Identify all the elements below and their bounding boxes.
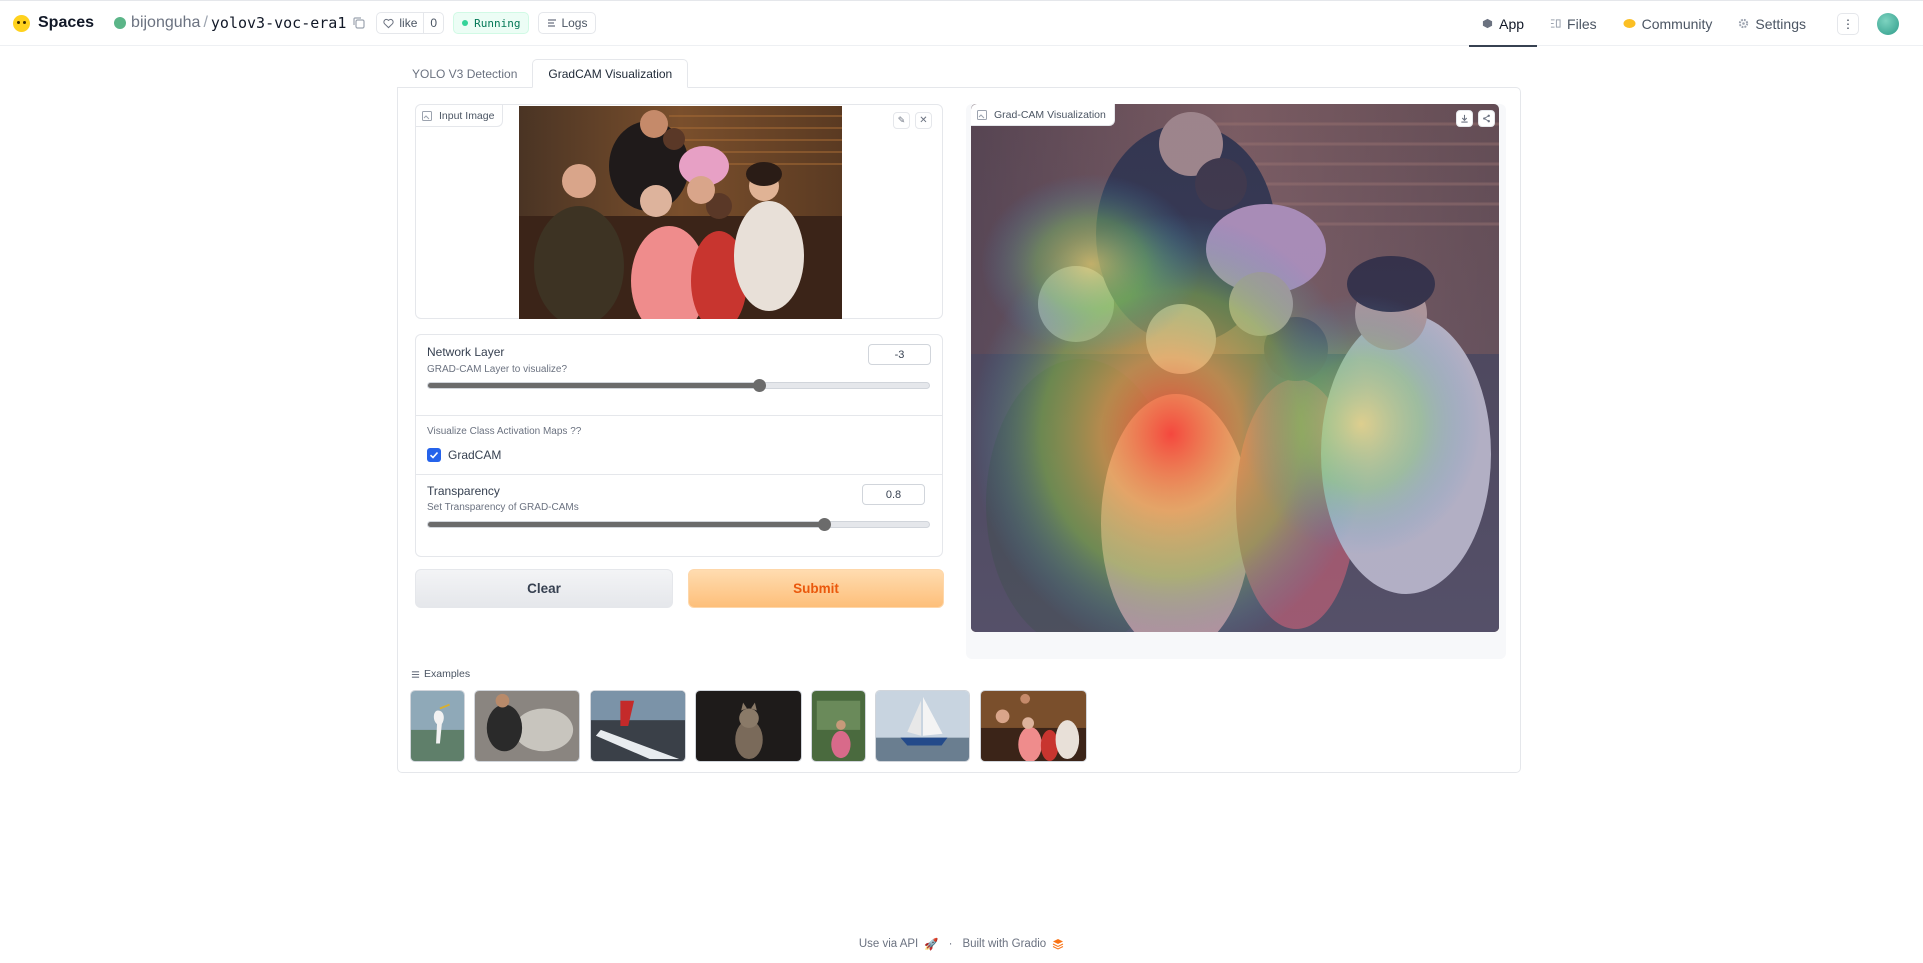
output-image-block: Grad-CAM Visualization [966, 104, 1506, 659]
brand-spaces-link[interactable]: Spaces [38, 14, 94, 32]
tab-yolo-detection[interactable]: YOLO V3 Detection [397, 59, 532, 88]
example-airplane[interactable] [590, 690, 686, 762]
examples-label: Examples [424, 668, 471, 680]
list-icon [411, 670, 420, 678]
examples-header: Examples [411, 668, 470, 680]
more-options-button[interactable]: ⋮ [1837, 12, 1859, 35]
transparency-info: Set Transparency of GRAD-CAMs [427, 502, 579, 513]
network-layer-slider-thumb[interactable] [752, 379, 766, 392]
network-layer-info: GRAD-CAM Layer to visualize? [427, 364, 568, 375]
example-boat[interactable] [875, 690, 970, 762]
path-separator: / [203, 14, 208, 31]
gradio-app: YOLO V3 Detection GradCAM Visualization … [397, 59, 1521, 773]
transparency-slider[interactable] [427, 518, 930, 531]
built-with-gradio-link[interactable]: Built with Gradio [962, 938, 1046, 950]
output-image-label-text: Grad-CAM Visualization [994, 108, 1106, 121]
gradcam-checkbox[interactable] [427, 448, 441, 462]
running-dot-icon [462, 20, 469, 26]
divider [416, 474, 942, 475]
clear-button[interactable]: Clear [415, 569, 673, 608]
like-label: like [399, 16, 418, 30]
tab-settings-label: Settings [1755, 15, 1806, 32]
share-button[interactable] [1478, 110, 1495, 127]
download-icon [1461, 114, 1468, 123]
network-layer-input[interactable]: -3 [868, 344, 931, 365]
tab-settings[interactable]: Settings [1725, 1, 1819, 46]
network-layer-slider[interactable] [427, 379, 930, 392]
gradcam-checkbox-label[interactable]: GradCAM [448, 448, 501, 462]
copy-icon[interactable] [352, 16, 366, 30]
like-button[interactable]: like 0 [376, 12, 445, 34]
transparency-input[interactable]: 0.8 [862, 484, 925, 505]
transparency-slider-thumb[interactable] [817, 518, 831, 531]
space-nav: App Files Community Settings ⋮ [1469, 1, 1923, 47]
space-status-dot-icon [114, 17, 127, 29]
download-button[interactable] [1456, 110, 1473, 127]
controls-block: Network Layer GRAD-CAM Layer to visualiz… [415, 334, 943, 557]
community-icon [1623, 18, 1636, 29]
input-image [519, 106, 842, 319]
tab-community-label: Community [1641, 15, 1713, 32]
divider [416, 415, 942, 416]
status-text: Running [474, 16, 521, 30]
huggingface-logo-icon[interactable] [13, 14, 30, 32]
transparency-title: Transparency [427, 484, 500, 498]
avatar[interactable] [1877, 12, 1899, 35]
logs-button[interactable]: Logs [538, 12, 597, 34]
example-person[interactable] [811, 690, 866, 762]
heart-icon [383, 18, 394, 28]
tab-community[interactable]: Community [1610, 1, 1726, 46]
app-cube-icon [1482, 18, 1493, 29]
edit-image-button[interactable]: ✎ [893, 112, 910, 129]
tab-files-label: Files [1567, 15, 1597, 32]
gradio-logo-icon [1052, 938, 1064, 950]
input-image-block[interactable]: Input Image ✎ ✕ [415, 104, 943, 319]
share-icon [1483, 114, 1490, 123]
output-image-label: Grad-CAM Visualization [971, 104, 1115, 126]
tab-bar: YOLO V3 Detection GradCAM Visualization [397, 59, 689, 88]
footer: Use via API 🚀 · Built with Gradio [0, 937, 1923, 951]
owner-link[interactable]: bijonguha [131, 14, 200, 32]
vertical-dots-icon: ⋮ [1842, 16, 1854, 31]
footer-separator: · [948, 938, 953, 950]
network-layer-slider-fill [428, 383, 759, 388]
input-image-label-text: Input Image [439, 109, 495, 122]
network-layer-title: Network Layer [427, 345, 505, 359]
checkmark-icon [429, 451, 439, 459]
example-cat[interactable] [695, 690, 802, 762]
tab-files[interactable]: Files [1537, 1, 1610, 46]
visualize-info: Visualize Class Activation Maps ?? [427, 426, 582, 437]
pencil-icon: ✎ [897, 115, 906, 125]
image-icon [977, 109, 987, 120]
tab-app-label: App [1499, 15, 1525, 32]
tab-gradcam-visualization[interactable]: GradCAM Visualization [532, 59, 689, 88]
image-icon [422, 110, 432, 121]
example-bird[interactable] [410, 690, 465, 762]
transparency-slider-fill [428, 522, 824, 527]
clear-image-button[interactable]: ✕ [915, 112, 932, 129]
use-via-api-link[interactable]: Use via API [859, 938, 918, 950]
rocket-icon: 🚀 [924, 939, 939, 951]
input-image-label: Input Image [416, 105, 504, 127]
top-bar: Spaces bijonguha / yolov3-voc-era1 like … [0, 0, 1923, 47]
logs-icon [548, 19, 557, 27]
close-icon: ✕ [919, 115, 928, 126]
like-count: 0 [423, 13, 443, 33]
example-sheep[interactable] [474, 690, 580, 762]
logs-label: Logs [561, 16, 588, 30]
submit-button[interactable]: Submit [688, 569, 944, 608]
tab-app[interactable]: App [1469, 1, 1537, 47]
status-badge[interactable]: Running [453, 12, 530, 34]
gradcam-output-image [971, 104, 1499, 632]
gear-icon [1738, 18, 1749, 29]
repo-name-link[interactable]: yolov3-voc-era1 [211, 14, 346, 32]
files-icon [1550, 18, 1561, 29]
example-family[interactable] [980, 690, 1087, 762]
